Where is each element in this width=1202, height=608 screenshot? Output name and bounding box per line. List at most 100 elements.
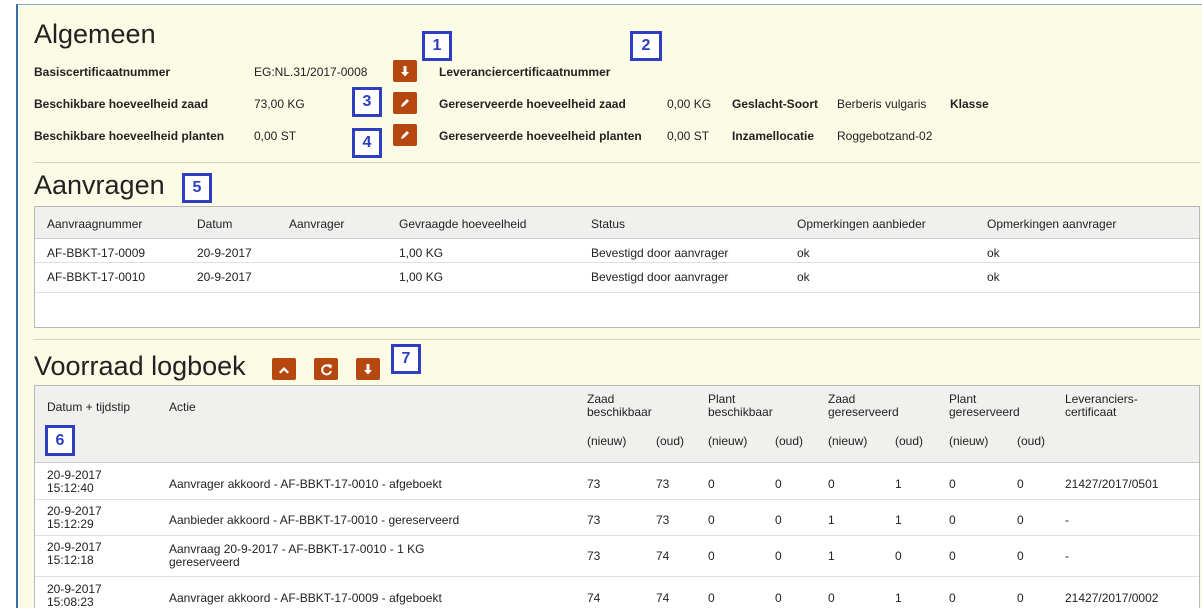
- log-value: 74: [656, 549, 670, 563]
- requests-section-title: Aanvragen: [34, 170, 165, 200]
- log-date: 20-9-2017: [47, 504, 102, 518]
- col-seed-reserved-2: gereserveerd: [828, 405, 899, 419]
- col-action[interactable]: Actie: [169, 400, 196, 414]
- log-action: Aanbieder akkoord - AF-BBKT-17-0010 - ge…: [169, 513, 460, 527]
- col-datetime[interactable]: Datum + tijdstip: [47, 400, 130, 414]
- edit-plants-button[interactable]: [393, 124, 417, 146]
- row-divider: [35, 499, 1199, 500]
- callout-1: 1: [422, 31, 452, 61]
- log-value: 0: [775, 513, 782, 527]
- request-requester-remark: ok: [987, 270, 1000, 284]
- location-label: Inzamellocatie: [732, 129, 815, 143]
- avail-plants-label: Beschikbare hoeveelheid planten: [34, 129, 225, 143]
- suppliercert-label: Leveranciercertificaatnummer: [439, 65, 611, 79]
- log-cert: -: [1065, 549, 1069, 563]
- download-basecert-button[interactable]: [393, 60, 417, 82]
- log-value: 0: [1017, 591, 1024, 605]
- request-status: Bevestigd door aanvrager: [591, 246, 729, 260]
- log-value: 0: [708, 477, 715, 491]
- log-value: 74: [587, 591, 601, 605]
- collapse-log-button[interactable]: [272, 358, 296, 380]
- reserved-plants-label: Gereserveerde hoeveelheid planten: [439, 129, 642, 143]
- col-old: (oud): [656, 434, 685, 448]
- col-status[interactable]: Status: [591, 217, 625, 231]
- log-value: 73: [656, 477, 670, 491]
- col-supplier-remarks[interactable]: Opmerkingen aanbieder: [797, 217, 926, 231]
- col-old: (oud): [775, 434, 804, 448]
- col-request-number[interactable]: Aanvraagnummer: [47, 217, 142, 231]
- log-table: Datum + tijdstip Actie Zaad beschikbaar …: [34, 385, 1200, 608]
- log-time: 15:12:18: [47, 553, 94, 567]
- log-date: 20-9-2017: [47, 582, 102, 596]
- avail-seed-label: Beschikbare hoeveelheid zaad: [34, 97, 209, 111]
- log-value: 74: [656, 591, 670, 605]
- log-value: 0: [1017, 513, 1024, 527]
- log-value: 0: [949, 513, 956, 527]
- avail-seed-value: 73,00 KG: [254, 97, 305, 111]
- log-value: 1: [828, 549, 835, 563]
- log-date: 20-9-2017: [47, 468, 102, 482]
- log-time: 15:12:40: [47, 481, 94, 495]
- log-value: 1: [828, 513, 835, 527]
- section-divider: [34, 339, 1200, 340]
- col-requester[interactable]: Aanvrager: [289, 217, 344, 231]
- callout-2: 2: [630, 31, 662, 61]
- request-status: Bevestigd door aanvrager: [591, 270, 729, 284]
- col-date[interactable]: Datum: [197, 217, 232, 231]
- request-amount: 1,00 KG: [399, 270, 444, 284]
- col-plant-reserved[interactable]: Plant: [949, 392, 976, 406]
- certificate-page: Algemeen Basiscertificaatnummer EG:NL.31…: [16, 4, 1202, 608]
- edit-seed-button[interactable]: [393, 92, 417, 114]
- log-table-header: Datum + tijdstip Actie Zaad beschikbaar …: [35, 386, 1199, 463]
- col-supplier-cert-2: certificaat: [1065, 405, 1117, 419]
- log-value: 1: [895, 477, 902, 491]
- reserved-seed-label: Gereserveerde hoeveelheid zaad: [439, 97, 626, 111]
- request-number: AF-BBKT-17-0009: [47, 246, 146, 260]
- callout-7: 7: [391, 344, 421, 374]
- general-section-title: Algemeen: [34, 19, 156, 49]
- col-new: (nieuw): [708, 434, 748, 448]
- log-value: 0: [1017, 477, 1024, 491]
- request-supplier-remark: ok: [797, 246, 810, 260]
- log-cert: 21427/2017/0501: [1065, 477, 1159, 491]
- row-divider: [35, 535, 1199, 536]
- download-arrow-icon: [401, 65, 409, 76]
- request-requester-remark: ok: [987, 246, 1000, 260]
- request-number: AF-BBKT-17-0010: [47, 270, 146, 284]
- col-requested-amount[interactable]: Gevraagde hoeveelheid: [399, 217, 526, 231]
- refresh-icon: [320, 363, 332, 375]
- basecert-label: Basiscertificaatnummer: [34, 65, 171, 79]
- col-new: (nieuw): [949, 434, 989, 448]
- log-value: 0: [708, 591, 715, 605]
- class-label: Klasse: [950, 97, 989, 111]
- log-value: 0: [708, 549, 715, 563]
- callout-6: 6: [45, 425, 75, 456]
- refresh-log-button[interactable]: [314, 358, 338, 380]
- request-date: 20-9-2017: [197, 246, 252, 260]
- log-action-line2: gereserveerd: [169, 555, 240, 569]
- download-log-button[interactable]: [356, 358, 380, 380]
- log-section-title: Voorraad logboek: [34, 351, 246, 381]
- log-value: 0: [949, 477, 956, 491]
- requests-table: Aanvraagnummer Datum Aanvrager Gevraagde…: [34, 206, 1200, 328]
- log-date: 20-9-2017: [47, 540, 102, 554]
- log-value: 0: [949, 591, 956, 605]
- col-seed-reserved[interactable]: Zaad: [828, 392, 855, 406]
- pencil-icon: [401, 131, 409, 139]
- log-value: 0: [949, 549, 956, 563]
- chevron-up-icon: [279, 367, 289, 374]
- col-requester-remarks[interactable]: Opmerkingen aanvrager: [987, 217, 1116, 231]
- log-value: 1: [895, 513, 902, 527]
- col-new: (nieuw): [828, 434, 868, 448]
- col-supplier-cert[interactable]: Leveranciers-: [1065, 392, 1138, 406]
- log-value: 0: [895, 549, 902, 563]
- download-arrow-icon: [364, 363, 372, 374]
- col-seed-available[interactable]: Zaad: [587, 392, 614, 406]
- pencil-icon: [401, 99, 409, 107]
- basecert-value: EG:NL.31/2017-0008: [254, 65, 368, 79]
- request-amount: 1,00 KG: [399, 246, 444, 260]
- reserved-plants-value: 0,00 ST: [667, 129, 710, 143]
- log-value: 0: [1017, 549, 1024, 563]
- log-action: Aanvraag 20-9-2017 - AF-BBKT-17-0010 - 1…: [169, 542, 425, 556]
- col-plant-available[interactable]: Plant: [708, 392, 735, 406]
